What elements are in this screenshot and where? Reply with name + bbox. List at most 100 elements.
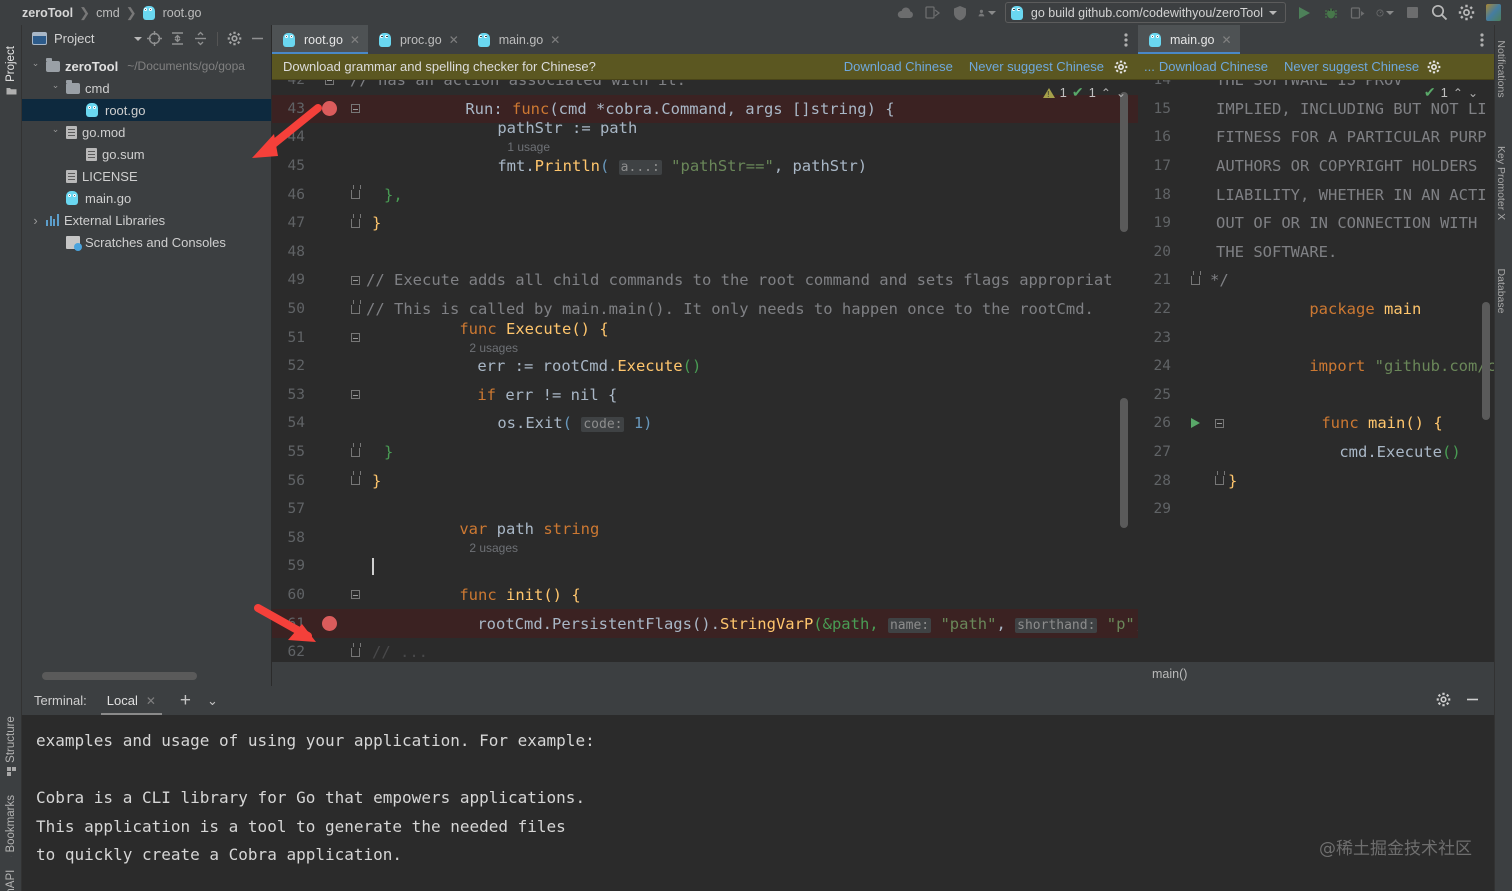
fold-end-icon[interactable]	[350, 299, 361, 314]
never-suggest-chinese-link[interactable]: Never suggest Chinese	[969, 59, 1104, 74]
tab-main-go-right[interactable]: main.go ✕	[1138, 25, 1240, 54]
code-area-left[interactable]: 1 ✔ 1 ⌃ ⌄ 42 // has an action associated…	[272, 80, 1138, 686]
gutter[interactable]	[314, 80, 344, 85]
run-icon[interactable]	[1295, 4, 1313, 22]
gutter[interactable]	[344, 590, 366, 600]
code-area-right[interactable]: ✔ 1 ⌃ ⌄ 14 THE SOFTWARE IS PROV 15 IMPLI…	[1138, 80, 1494, 686]
chevron-down-icon[interactable]	[50, 83, 61, 94]
search-icon[interactable]	[1430, 4, 1448, 22]
fold-icon[interactable]	[324, 80, 334, 85]
project-panel-hscrollbar[interactable]	[42, 672, 197, 680]
terminal-tab-local[interactable]: Local ✕	[100, 686, 163, 715]
next-problem-icon[interactable]: ⌄	[1468, 86, 1478, 100]
tree-row-scratches[interactable]: Scratches and Consoles	[22, 231, 271, 253]
search-everywhere-icon[interactable]	[924, 4, 942, 22]
editor-right-vscrollbar[interactable]	[1482, 302, 1490, 420]
fold-icon[interactable]	[350, 590, 360, 600]
stop-icon[interactable]	[1403, 4, 1421, 22]
select-opened-file-icon[interactable]	[146, 30, 163, 47]
fold-end-icon[interactable]	[350, 213, 361, 228]
gutter[interactable]	[344, 333, 366, 343]
gutter[interactable]	[344, 442, 366, 457]
gutter[interactable]	[344, 471, 366, 486]
inspection-widget-right[interactable]: ✔ 1 ⌃ ⌄	[1424, 84, 1478, 101]
rail-tab-database[interactable]: Database	[1495, 256, 1507, 326]
fold-end-icon[interactable]	[1190, 270, 1201, 285]
close-icon[interactable]: ✕	[449, 33, 459, 47]
rail-tab-project[interactable]: Project	[5, 40, 17, 102]
fold-end-icon[interactable]	[1214, 471, 1225, 486]
fold-end-icon[interactable]	[350, 185, 361, 200]
shield-icon[interactable]	[951, 4, 969, 22]
gutter[interactable]	[344, 185, 366, 200]
rail-tab-bookmarks[interactable]: Bookmarks	[5, 795, 17, 857]
run-configuration-selector[interactable]: go build github.com/codewithyou/zeroTool	[1004, 2, 1286, 23]
gutter[interactable]	[344, 390, 366, 400]
close-icon[interactable]: ✕	[146, 694, 156, 708]
tree-row-cmd[interactable]: cmd	[22, 77, 271, 99]
gutter[interactable]	[344, 275, 366, 285]
tree-row-external-libraries[interactable]: External Libraries	[22, 209, 271, 231]
fold-end-icon[interactable]	[350, 642, 361, 657]
never-suggest-chinese-link-right[interactable]: Never suggest Chinese	[1284, 59, 1419, 74]
fold-end-icon[interactable]	[350, 471, 361, 486]
gutter[interactable]	[1210, 471, 1228, 486]
cloud-icon[interactable]	[897, 4, 915, 22]
tab-main-go[interactable]: main.go ✕	[467, 25, 569, 54]
tree-row-main-go[interactable]: main.go	[22, 187, 271, 209]
run-with-coverage-icon[interactable]	[1349, 4, 1367, 22]
download-chinese-link-right[interactable]: Download Chinese	[1159, 59, 1268, 74]
close-icon[interactable]: ✕	[550, 33, 560, 47]
gutter-breakpoint[interactable]	[314, 616, 344, 632]
profiler-icon[interactable]	[1376, 4, 1394, 22]
fold-icon[interactable]	[1214, 418, 1224, 428]
gutter-breakpoint[interactable]	[314, 101, 344, 117]
chevron-down-icon[interactable]	[50, 127, 61, 138]
terminal-output[interactable]: examples and usage of using your applica…	[22, 715, 1494, 891]
next-problem-icon[interactable]: ⌄	[1116, 86, 1126, 100]
download-chinese-link[interactable]: Download Chinese	[844, 59, 953, 74]
collapse-all-icon[interactable]	[192, 30, 209, 47]
debug-icon[interactable]	[1322, 4, 1340, 22]
gear-icon[interactable]	[1436, 692, 1451, 710]
hide-panel-icon[interactable]	[249, 30, 266, 47]
gutter[interactable]	[1180, 270, 1210, 285]
editor-options-icon[interactable]	[1470, 25, 1494, 54]
account-icon[interactable]	[978, 4, 996, 22]
tree-row-root-go[interactable]: root.go	[22, 99, 271, 121]
breadcrumb-file[interactable]: root.go	[163, 6, 202, 20]
gear-icon[interactable]	[226, 30, 243, 47]
fold-icon[interactable]	[350, 275, 360, 285]
gear-icon[interactable]	[1427, 60, 1441, 74]
expand-all-icon[interactable]	[169, 30, 186, 47]
minimize-icon[interactable]	[1465, 692, 1480, 710]
gutter[interactable]	[344, 213, 366, 228]
breadcrumb-folder[interactable]: cmd	[96, 6, 120, 20]
gutter[interactable]	[344, 104, 366, 114]
gutter[interactable]	[1210, 418, 1228, 428]
rail-tab-structure[interactable]: Structure	[5, 715, 17, 777]
previous-problem-icon[interactable]: ⌃	[1101, 86, 1111, 100]
breakpoint-icon[interactable]	[321, 616, 337, 632]
gutter[interactable]	[344, 299, 366, 314]
avatar-icon[interactable]	[1484, 4, 1502, 22]
gear-icon[interactable]	[1114, 60, 1128, 74]
fold-icon[interactable]	[350, 390, 360, 400]
rail-tab-key-promoter[interactable]: Key Promoter X	[1495, 146, 1507, 220]
breadcrumb-project[interactable]: zeroTool	[22, 6, 73, 20]
fold-icon[interactable]	[350, 104, 360, 114]
chevron-right-icon[interactable]	[30, 213, 41, 228]
gutter[interactable]	[344, 642, 366, 657]
add-terminal-icon[interactable]: +	[180, 690, 191, 712]
tab-proc-go[interactable]: proc.go ✕	[368, 25, 467, 54]
tree-row-go-sum[interactable]: go.sum	[22, 143, 271, 165]
tab-root-go[interactable]: root.go ✕	[272, 25, 368, 54]
inspection-widget-left[interactable]: 1 ✔ 1 ⌃ ⌄	[1042, 84, 1126, 101]
settings-icon[interactable]	[1457, 4, 1475, 22]
breakpoint-icon[interactable]	[321, 101, 337, 117]
gutter-run[interactable]	[1180, 418, 1210, 429]
chevron-down-icon[interactable]	[30, 61, 41, 72]
previous-problem-icon[interactable]: ⌃	[1453, 86, 1463, 100]
chevron-down-icon[interactable]	[134, 36, 142, 41]
close-icon[interactable]: ✕	[350, 33, 360, 47]
